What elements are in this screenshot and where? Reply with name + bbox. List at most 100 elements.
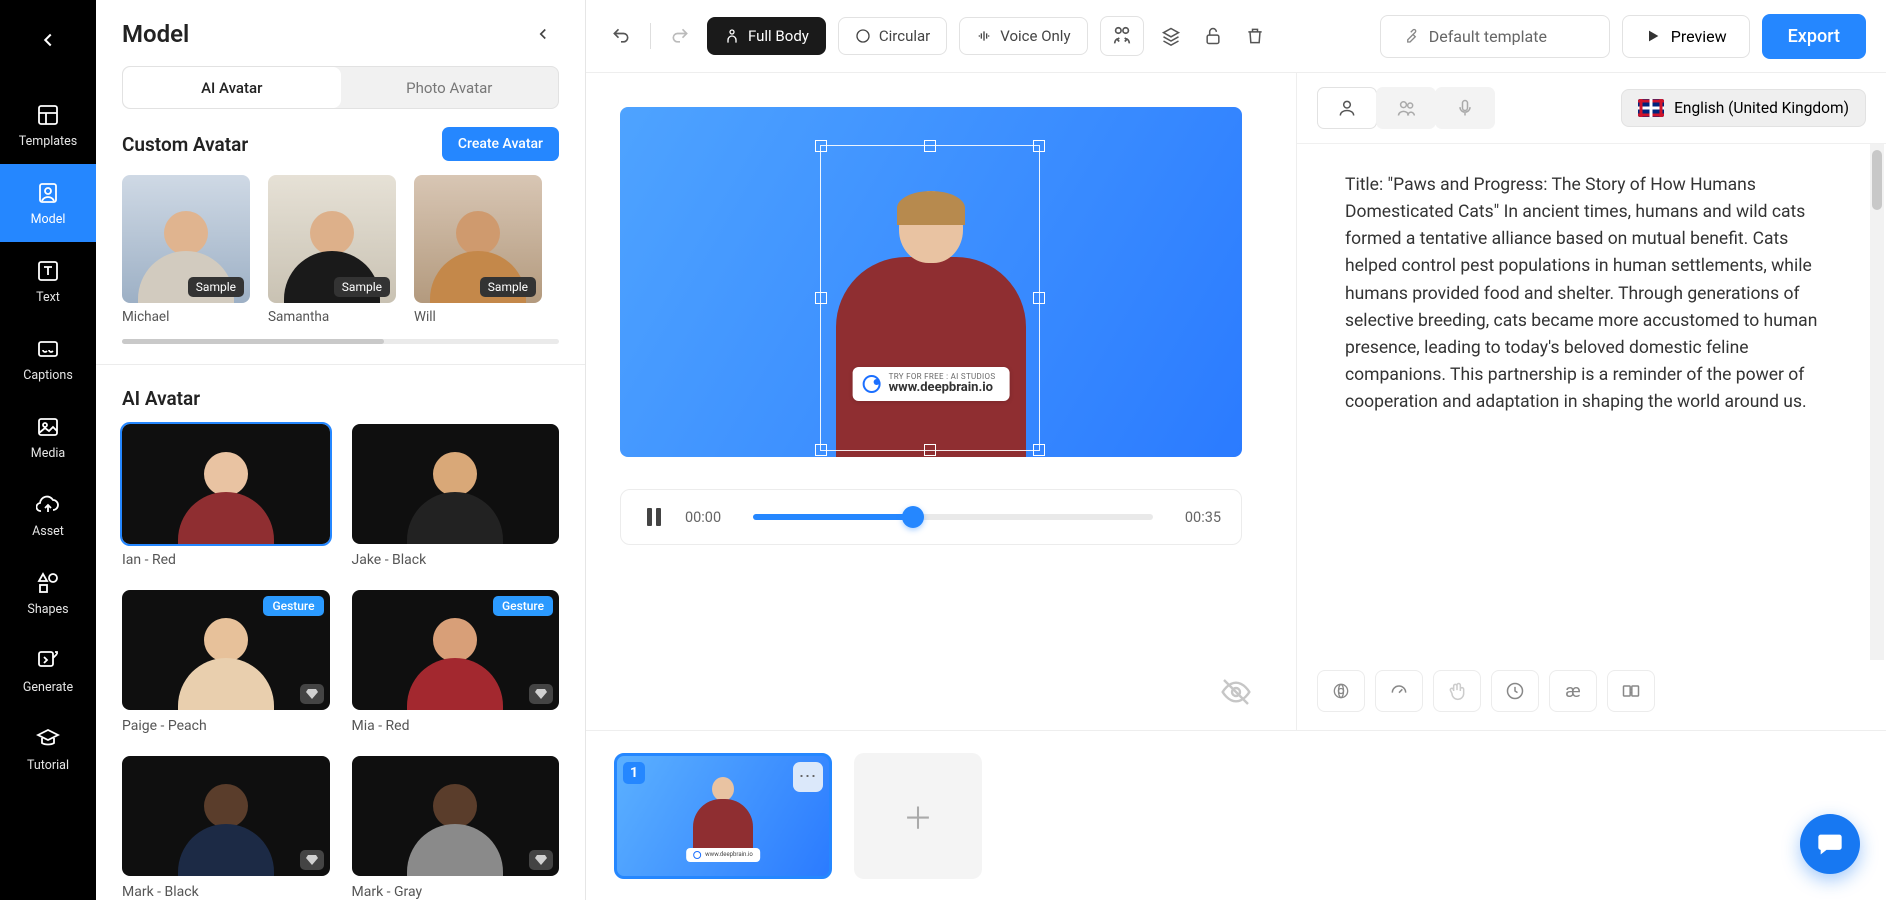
tab-photo-avatar[interactable]: Photo Avatar [341,67,559,108]
speed-tool[interactable] [1375,670,1423,712]
sidebar-item-label: Asset [32,524,64,539]
language-selector[interactable]: English (United Kingdom) [1621,89,1866,127]
ai-avatar-card[interactable]: Mark - Black [122,756,330,900]
redo-button[interactable] [665,21,695,51]
sample-badge: Sample [188,277,244,297]
scene-thumbnail[interactable]: 1 ⋯ www.deepbrain.io [614,753,832,879]
avatar-type-tabs: AI Avatar Photo Avatar [122,66,559,109]
template-selector[interactable]: Default template [1380,15,1610,58]
custom-avatar-heading: Custom Avatar [122,133,248,156]
scene-menu-button[interactable]: ⋯ [793,762,823,792]
script-textarea[interactable]: Title: "Paws and Progress: The Story of … [1297,144,1886,660]
sidebar-item-generate[interactable]: Generate [0,632,96,710]
custom-avatar-card[interactable]: Sample Will [414,175,542,325]
pause-tool[interactable] [1491,670,1539,712]
layers-button[interactable] [1156,21,1186,51]
script-tab-single[interactable] [1317,87,1377,129]
sidebar-item-label: Media [31,446,65,461]
script-tab-multi[interactable] [1376,87,1436,129]
custom-avatar-card[interactable]: Sample Samantha [268,175,396,325]
premium-icon [529,684,553,704]
collapse-panel-button[interactable] [527,18,559,50]
add-scene-button[interactable]: ＋ [854,753,982,879]
phonetic-tool[interactable]: æ [1549,670,1597,712]
export-button[interactable]: Export [1762,14,1866,59]
voice-only-label: Voice Only [1000,27,1070,45]
sidebar-item-shapes[interactable]: Shapes [0,554,96,632]
create-avatar-button[interactable]: Create Avatar [442,127,559,161]
ai-avatar-section: AI Avatar Ian - Red Jake - Black Gesture… [96,387,585,900]
ai-avatar-name: Mark - Black [122,884,330,900]
sidebar-item-text[interactable]: Text [0,242,96,320]
delete-button[interactable] [1240,21,1270,51]
sidebar-item-tutorial[interactable]: Tutorial [0,710,96,788]
sidebar-item-label: Model [31,212,66,227]
sidebar-item-media[interactable]: Media [0,398,96,476]
translate-tool[interactable] [1607,670,1655,712]
preview-button[interactable]: Preview [1622,15,1750,58]
ai-generate-tool[interactable] [1317,670,1365,712]
ai-avatar-name: Mark - Gray [352,884,560,900]
sidebar-item-label: Shapes [27,602,68,617]
script-tools: æ [1297,660,1886,730]
script-scrollbar[interactable] [1870,144,1884,660]
sidebar-item-label: Text [36,290,60,305]
generate-icon [35,648,61,674]
pause-button[interactable] [641,504,667,530]
sample-badge: Sample [480,277,536,297]
ai-avatar-card[interactable]: Gesture Paige - Peach [122,590,330,734]
ai-avatar-name: Paige - Peach [122,718,330,734]
custom-scroll-indicator[interactable] [122,339,559,344]
ai-avatar-card[interactable]: Mark - Gray [352,756,560,900]
custom-avatar-name: Will [414,309,542,325]
text-icon [35,258,61,284]
ai-avatar-card[interactable]: Gesture Mia - Red [352,590,560,734]
undo-button[interactable] [606,21,636,51]
full-body-button[interactable]: Full Body [707,17,826,55]
scene-watermark: www.deepbrain.io [686,848,760,862]
custom-avatar-name: Samantha [268,309,396,325]
total-time: 00:35 [1171,509,1221,526]
seek-knob[interactable] [902,506,924,528]
app-sidebar: Templates Model Text Captions Media Asse… [0,0,96,900]
sidebar-item-templates[interactable]: Templates [0,86,96,164]
chat-fab-button[interactable] [1800,814,1860,874]
watermark: TRY FOR FREE : AI STUDIOS www.deepbrain.… [853,367,1010,401]
tutorial-icon [35,726,61,752]
sample-badge: Sample [334,277,390,297]
sidebar-item-label: Tutorial [27,758,69,773]
gesture-badge: Gesture [493,596,553,616]
custom-avatar-section: Custom Avatar Create Avatar Sample Micha… [96,127,585,364]
editor-toolbar: Full Body Circular Voice Only Default te… [586,0,1886,72]
ai-avatar-card[interactable]: Ian - Red [122,424,330,568]
sidebar-item-model[interactable]: Model [0,164,96,242]
script-tab-audio[interactable] [1435,87,1495,129]
sidebar-item-captions[interactable]: Captions [0,320,96,398]
watermark-big-text: www.deepbrain.io [889,381,996,395]
sidebar-item-asset[interactable]: Asset [0,476,96,554]
tab-ai-avatar[interactable]: AI Avatar [123,67,341,108]
back-button[interactable] [20,12,76,68]
seek-track[interactable] [753,514,1153,520]
custom-avatar-card[interactable]: Sample Michael [122,175,250,325]
uk-flag-icon [1638,99,1664,117]
template-label: Default template [1429,27,1547,46]
gesture-tool[interactable] [1433,670,1481,712]
player-bar: 00:00 00:35 [620,489,1242,545]
canvas[interactable]: TRY FOR FREE : AI STUDIOS www.deepbrain.… [620,107,1242,457]
panel-title: Model [122,20,189,48]
swap-avatar-button[interactable] [1100,16,1144,56]
gesture-badge: Gesture [263,596,323,616]
script-column: English (United Kingdom) Title: "Paws an… [1296,73,1886,730]
circular-button[interactable]: Circular [838,17,947,55]
voice-only-button[interactable]: Voice Only [959,17,1087,55]
editor-area: Full Body Circular Voice Only Default te… [586,0,1886,900]
selection-frame[interactable] [820,145,1040,451]
section-divider [96,364,585,365]
current-time: 00:00 [685,509,735,526]
ai-avatar-card[interactable]: Jake - Black [352,424,560,568]
hide-overlay-button[interactable] [1220,676,1252,712]
canvas-column: TRY FOR FREE : AI STUDIOS www.deepbrain.… [586,73,1296,730]
ai-avatar-name: Ian - Red [122,552,330,568]
lock-button[interactable] [1198,21,1228,51]
